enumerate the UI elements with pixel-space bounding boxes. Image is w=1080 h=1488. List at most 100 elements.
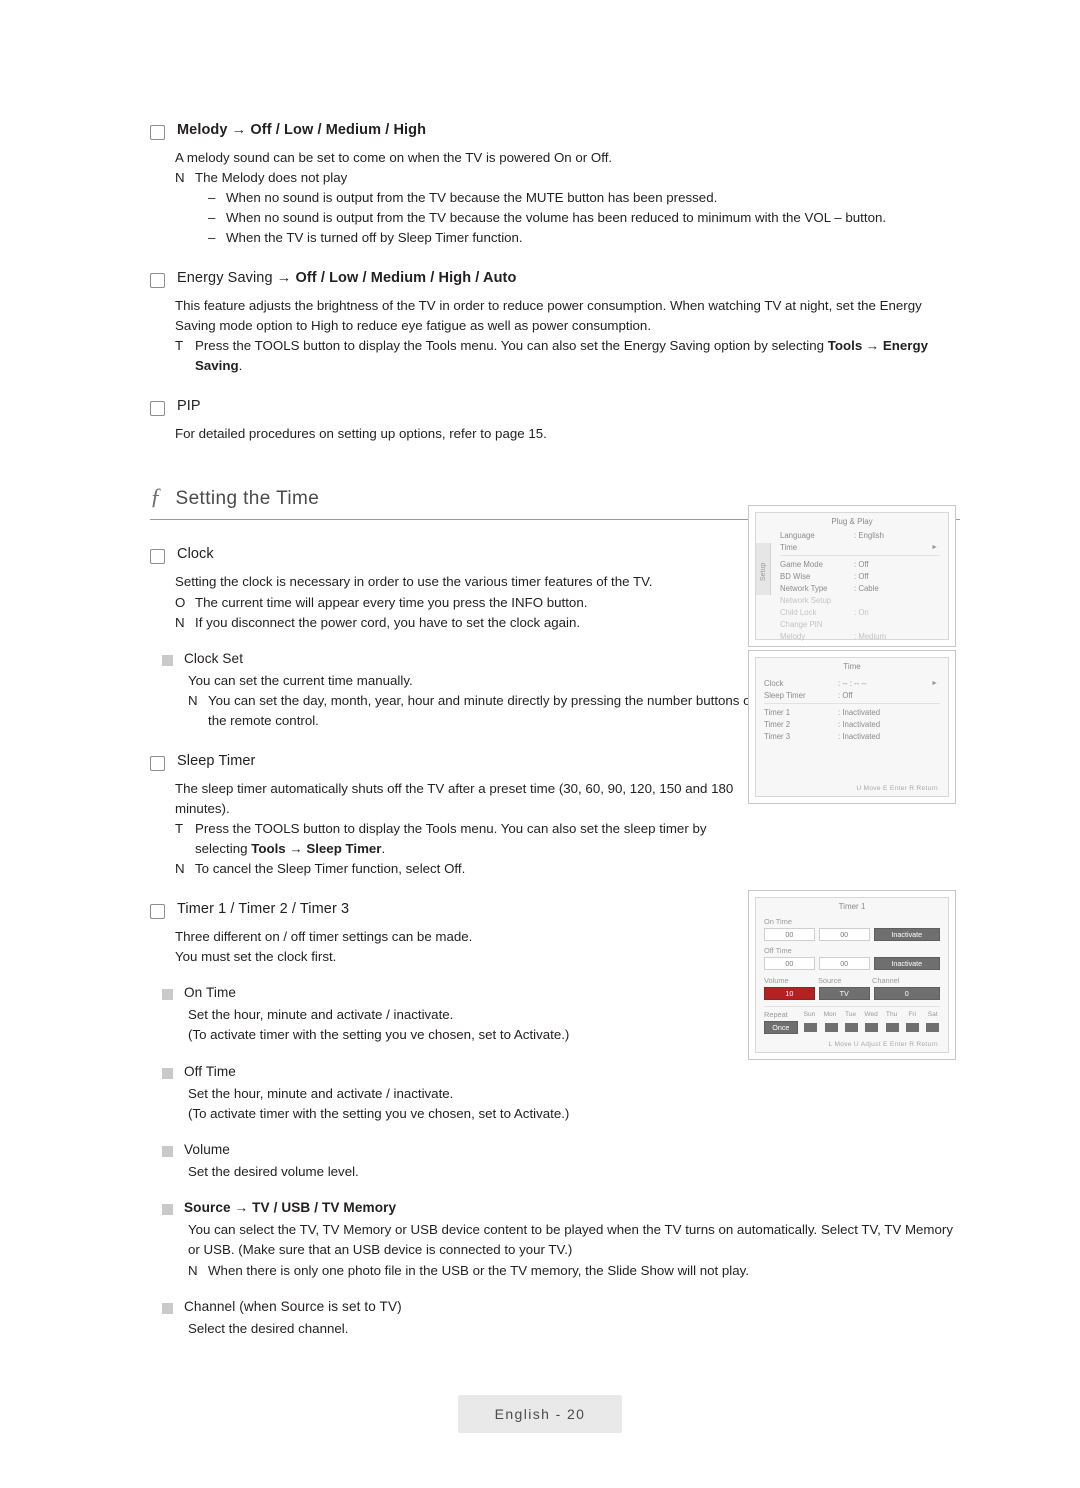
energy-saving-title-plain: Energy Saving → <box>177 269 296 286</box>
checkbox-bullet-icon <box>150 125 165 140</box>
osd-row-timer-1[interactable]: Timer 1 : Inactivated <box>756 706 948 718</box>
energy-saving-title-bold: Off / Low / Medium / High / Auto <box>295 269 517 286</box>
off-minute-field[interactable]: 00 <box>818 957 870 970</box>
on-minute-field[interactable]: 00 <box>818 928 870 941</box>
osd-row-language[interactable]: Language : English <box>772 529 948 541</box>
osd-value: : On <box>854 607 869 617</box>
off-activate-field[interactable]: Inactivate <box>873 957 940 970</box>
channel-field[interactable]: 0 <box>873 987 940 1000</box>
sleep-timer-title: Sleep Timer <box>177 752 256 769</box>
osd-label: Timer 1 <box>764 707 791 717</box>
source-title-plain: Source → <box>184 1200 253 1216</box>
osd-value: : Cable <box>854 583 879 593</box>
sleep-timer-note: N To cancel the Sleep Timer function, se… <box>175 859 750 879</box>
sleep-timer-body: The sleep timer automatically shuts off … <box>175 780 734 816</box>
off-time-body-2: (To activate timer with the setting you … <box>188 1105 570 1121</box>
melody-dash-1: – When no sound is output from the TV be… <box>208 188 960 208</box>
day-checkbox-tue[interactable] <box>845 1023 858 1032</box>
on-time-fields: 00 00 Inactivate <box>764 928 940 941</box>
osd-row-bd-wise[interactable]: BD Wise : Off <box>772 570 948 582</box>
osd-value: : Inactivated <box>838 707 881 717</box>
clock-title: Clock <box>177 546 214 563</box>
osd-row-sleep-timer[interactable]: Sleep Timer : Off <box>756 689 948 701</box>
volume-field[interactable]: 10 <box>764 987 815 1000</box>
chevron-right-icon: ► <box>931 679 938 687</box>
osd-label: Time <box>780 542 798 552</box>
clock-set-body: You can set the current time manually. <box>188 672 413 688</box>
osd-row-change-pin[interactable]: Change PIN <box>772 618 948 630</box>
chapter-glyph-icon: ƒ <box>150 484 162 510</box>
day-checkbox-thu[interactable] <box>885 1023 899 1032</box>
day-checkbox-sun[interactable] <box>804 1023 818 1032</box>
osd-label: Sleep Timer <box>764 690 806 700</box>
repeat-label: Repeat <box>764 1010 788 1019</box>
osd-setup-panel: Plug & Play Setup Language : English Tim… <box>748 505 956 647</box>
day-checkbox-fri[interactable] <box>905 1023 919 1032</box>
osd-timer1-inner: Timer 1 On Time 00 00 Inactivate Off Tim… <box>755 897 949 1053</box>
square-bullet-icon <box>162 1302 173 1314</box>
osd-value: : Inactivated <box>838 731 881 741</box>
repeat-row-fields: Once <box>764 1021 940 1034</box>
osd-divider <box>764 1006 940 1007</box>
page-footer: English - 20 <box>458 1395 622 1433</box>
osd-row-timer-2[interactable]: Timer 2 : Inactivated <box>756 718 948 730</box>
osd-row-clock[interactable]: Clock : -- : -- -- ► <box>756 677 948 689</box>
osd-time-footer: U Move E Enter R Return <box>856 785 938 792</box>
osd-row-game-mode[interactable]: Game Mode : Off <box>772 558 948 570</box>
melody-dash-3: – When the TV is turned off by Sleep Tim… <box>208 228 960 248</box>
subsection-volume-heading: Volume <box>162 1142 960 1158</box>
page-footer-label: English - 20 <box>494 1406 586 1422</box>
on-time-label: On Time <box>764 917 792 926</box>
channel-body: Select the desired channel. <box>188 1320 349 1336</box>
osd-row-melody[interactable]: Melody : Medium <box>772 630 948 642</box>
osd-row-child-lock[interactable]: Child Lock : On <box>772 606 948 618</box>
checkbox-bullet-icon <box>150 903 165 919</box>
osd-label: Melody <box>780 631 806 641</box>
osd-label: Child Lock <box>780 607 817 617</box>
melody-note: N The Melody does not play <box>175 168 960 188</box>
day-label-mon: Mon <box>823 1011 837 1018</box>
note-text: To cancel the Sleep Timer function, sele… <box>195 860 466 876</box>
section-melody-heading: Melody → Off / Low / Medium / High <box>150 122 960 140</box>
note-text: The Melody does not play <box>195 170 348 186</box>
day-checkbox-sat[interactable] <box>926 1023 940 1032</box>
tools-text-bold: Tools → Sleep Timer <box>251 840 382 856</box>
off-hour-field[interactable]: 00 <box>764 957 815 970</box>
clock-set-title: Clock Set <box>184 650 244 666</box>
square-bullet-icon <box>162 989 173 1001</box>
osd-value: : Off <box>838 690 853 700</box>
on-hour-field[interactable]: 00 <box>764 928 815 941</box>
dash-mark: – <box>208 230 216 246</box>
osd-row-timer-3[interactable]: Timer 3 : Inactivated <box>756 730 948 742</box>
osd-time-inner: Time Clock : -- : -- -- ► Sleep Timer : … <box>755 657 949 797</box>
osd-label: Change PIN <box>780 619 823 629</box>
section-pip-heading: PIP <box>150 398 960 417</box>
osd-row-network-type[interactable]: Network Type : Cable <box>772 582 948 594</box>
source-title-bold: TV / USB / TV Memory <box>252 1200 397 1216</box>
volume-title: Volume <box>184 1142 230 1158</box>
tools-text-part1: Press the TOOLS button to display the To… <box>195 338 828 354</box>
clock-set-note: N You can set the day, month, year, hour… <box>188 691 778 731</box>
osd-value: : Off <box>854 571 869 581</box>
osd-label: Timer 3 <box>764 731 791 741</box>
repeat-field[interactable]: Once <box>764 1021 798 1034</box>
on-activate-field[interactable]: Inactivate <box>873 928 940 941</box>
osd-label: Timer 2 <box>764 719 791 729</box>
source-field[interactable]: TV <box>818 987 870 1000</box>
melody-title: Melody → Off / Low / Medium / High <box>177 122 427 138</box>
dash-text: When no sound is output from the TV beca… <box>226 190 718 206</box>
day-checkbox-wed[interactable] <box>865 1023 879 1032</box>
note-mark: N <box>175 614 185 630</box>
tools-text-part2: . <box>238 358 243 374</box>
tools-mark: T <box>175 821 184 836</box>
osd-row-time[interactable]: Time ► <box>772 541 948 553</box>
note-mark: N <box>175 170 185 186</box>
square-bullet-icon <box>162 1067 173 1079</box>
osd-row-network-setup[interactable]: Network Setup <box>772 594 948 606</box>
subsection-channel-heading: Channel (when Source is set to TV) <box>162 1299 960 1314</box>
off-time-body-1: Set the hour, minute and activate / inac… <box>188 1085 454 1101</box>
square-bullet-icon <box>162 654 173 666</box>
osd-timer1-panel: Timer 1 On Time 00 00 Inactivate Off Tim… <box>748 890 956 1060</box>
day-checkbox-mon[interactable] <box>824 1023 838 1032</box>
energy-saving-body: This feature adjusts the brightness of t… <box>175 297 922 334</box>
